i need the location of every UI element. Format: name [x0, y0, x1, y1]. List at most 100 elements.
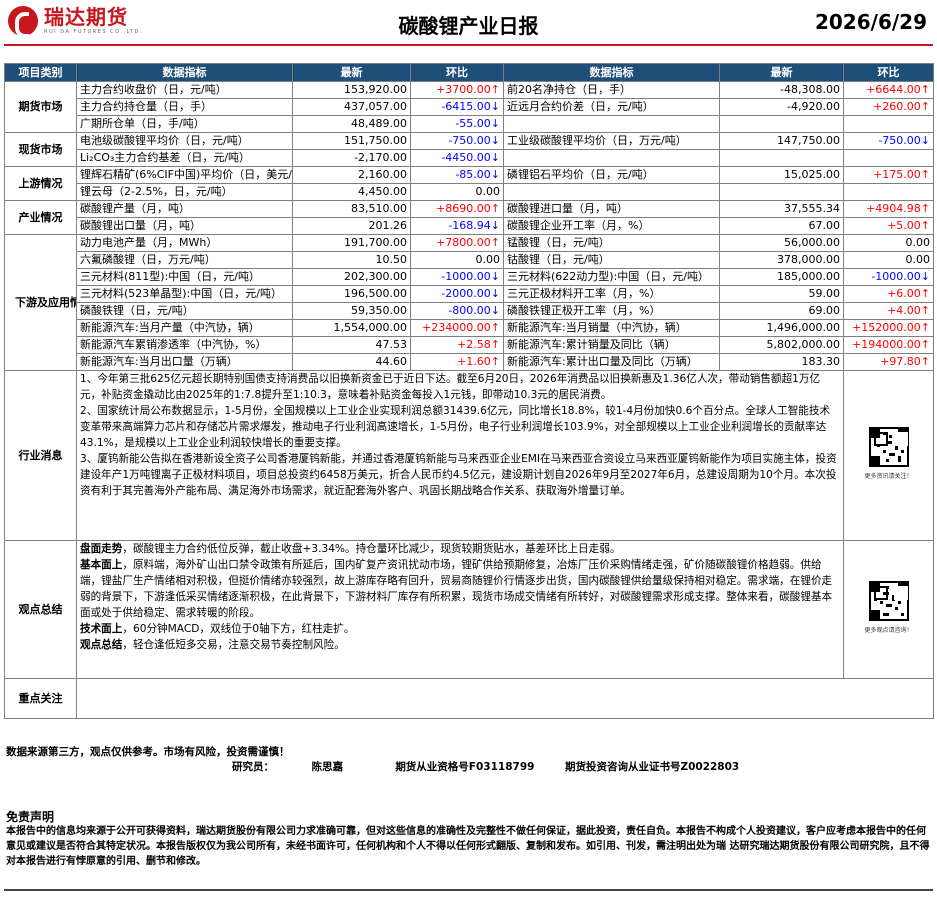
section-label: 上游情况 [4, 166, 77, 201]
indicator-value: 183.30 [719, 353, 844, 371]
table-header-row: 项目类别 数据指标 最新 环比 数据指标 最新 环比 [4, 63, 934, 82]
indicator-value: 83,510.00 [292, 200, 411, 218]
indicator-name: 主力合约持仓量（日，手） [76, 98, 293, 116]
indicator-value: 201.26 [292, 217, 411, 235]
indicator-change: +8690.00↑ [410, 200, 504, 218]
indicator-value: 10.50 [292, 251, 411, 269]
researcher-name: 陈思嘉 [311, 761, 344, 773]
indicator-change: +260.00↑ [843, 98, 934, 116]
indicator-value: 59,350.00 [292, 302, 411, 320]
indicator-change [843, 115, 934, 133]
col-header: 最新 [292, 63, 411, 82]
data-source-note: 数据来源第三方，观点仅供参考。市场有风险，投资需谨慎！ [6, 746, 290, 758]
section-label: 产业情况 [4, 200, 77, 235]
col-header: 数据指标 [503, 63, 720, 82]
indicator-value: 1,554,000.00 [292, 319, 411, 337]
view-label: 基本面上 [80, 559, 123, 571]
indicator-value: 1,496,000.00 [719, 319, 844, 337]
indicator-change: +7800.00↑ [410, 234, 504, 252]
indicator-value: 196,500.00 [292, 285, 411, 303]
indicator-name: 碳酸锂产量（月，吨） [76, 200, 293, 218]
news-item: 2、国家统计局公布数据显示，1-5月份，全国规模以上工业企业实现利润总额3143… [80, 405, 831, 449]
indicator-change [843, 149, 934, 167]
indicator-change: +194000.00↑ [843, 336, 934, 354]
indicator-name: 磷酸铁锂正极开工率（月，%） [503, 302, 720, 320]
indicator-change: +5.00↑ [843, 217, 934, 235]
disclaimer-text: 本报告中的信息均来源于公开可获得资料，瑞达期货股份有限公司力求准确可靠，但对这些… [6, 826, 930, 867]
focus-content [76, 678, 934, 719]
indicator-change: +6644.00↑ [843, 81, 934, 99]
view-label: 技术面上 [80, 623, 123, 635]
view-text: ，原料端，海外矿山出口禁令政策有所延后，国内矿复产资讯扰动市场，锂矿供给预期修复… [80, 559, 833, 619]
indicator-name: 钴酸锂（日，元/吨） [503, 251, 720, 269]
view-label: 观点总结 [80, 639, 123, 651]
table-row: 期货市场 主力合约收盘价（日，元/吨） 153,920.00 +3700.00↑ 前20… [4, 81, 934, 133]
indicator-change: +97.80↑ [843, 353, 934, 371]
focus-row: 重点关注 [4, 678, 934, 719]
indicator-name: 前20名净持仓（日，手） [503, 81, 720, 99]
indicator-name: 三元正极材料开工率（月，%） [503, 285, 720, 303]
indicator-name [503, 115, 720, 133]
report-date: 2026/6/29 [814, 10, 927, 34]
indicator-change: -55.00↓ [410, 115, 504, 133]
data-table: 项目类别 数据指标 最新 环比 数据指标 最新 环比 期货市场 主力合约收盘价（日… [4, 63, 934, 719]
disclaimer-title: 免责声明 [6, 810, 55, 824]
table-row: 现货市场 电池级碳酸锂平均价（日，元/吨） 151,750.00 -750.00↓ 工业… [4, 132, 934, 167]
indicator-change: +175.00↑ [843, 166, 934, 184]
indicator-value: 191,700.00 [292, 234, 411, 252]
indicator-change: +1.60↑ [410, 353, 504, 371]
indicator-name: 新能源汽车:当月产量（中汽协，辆） [76, 319, 293, 337]
indicator-name: 碳酸锂进口量（月，吨） [503, 200, 720, 218]
qr-caption: 更多资讯请关注！ [864, 472, 913, 480]
indicator-name: 三元材料(622动力型):中国（日，元/吨） [503, 268, 720, 286]
table-row: 新能源汽车:当月出口量（万辆） 44.60 +1.60↑ 新能源汽车:累计出口量及同比… [5, 353, 934, 371]
indicator-value: 67.00 [719, 217, 844, 235]
section-label: 现货市场 [4, 132, 77, 167]
indicator-value: 15,025.00 [719, 166, 844, 184]
news-content: 1、今年第三批625亿元超长期特别国债支持消费品以旧换新资金已于近日下达。截至6… [76, 370, 844, 541]
indicator-value [719, 183, 844, 201]
indicator-name: 主力合约收盘价（日，元/吨） [76, 81, 293, 99]
section-label: 下游及应用情况 [4, 234, 77, 371]
indicator-change: -750.00↓ [410, 132, 504, 150]
table-row: 主力合约持仓量（日，手） 437,057.00 -6415.00↓ 近远月合约价差（日… [5, 98, 934, 116]
indicator-value: -2,170.00 [292, 149, 411, 167]
indicator-change: +152000.00↑ [843, 319, 934, 337]
table-row: 下游及应用情况动力电池产量（月，MWh）191,700.00+7800.00↑锰… [4, 234, 934, 371]
indicator-change: -1000.00↓ [410, 268, 504, 286]
indicator-change: -750.00↓ [843, 132, 934, 150]
indicator-change: 0.00 [843, 234, 934, 252]
indicator-name: 新能源汽车:累计销量及同比（辆） [503, 336, 720, 354]
indicator-change [843, 183, 934, 201]
table-row: 三元材料(523单晶型):中国（日，元/吨） 196,500.00 -2000.00… [5, 285, 934, 303]
qr-caption: 更多观点请咨询！ [864, 626, 913, 634]
indicator-value: 37,555.34 [719, 200, 844, 218]
indicator-name: 工业级碳酸锂平均价（日，万元/吨） [503, 132, 720, 150]
news-item: 1、今年第三批625亿元超长期特别国债支持消费品以旧换新资金已于近日下达。截至6… [80, 373, 821, 401]
report-title: 碳酸锂产业日报 [398, 14, 539, 38]
table-row: Li₂CO₃主力合约基差（日，元/吨） -2,170.00 -4450.00↓ [5, 149, 934, 167]
table-row: 碳酸锂出口量（月，吨） 201.26 -168.94↓ 碳酸锂企业开工率（月，%） 67… [5, 217, 934, 235]
indicator-name: 新能源汽车累销渗透率（中汽协，%） [76, 336, 293, 354]
indicator-change: -168.94↓ [410, 217, 504, 235]
indicator-value: 151,750.00 [292, 132, 411, 150]
indicator-name: Li₂CO₃主力合约基差（日，元/吨） [76, 149, 293, 167]
table-row: 广期所仓单（日，手/吨） 48,489.00 -55.00↓ [5, 115, 934, 133]
indicator-change: +234000.00↑ [410, 319, 504, 337]
col-header: 环比 [410, 63, 504, 82]
indicator-value: 56,000.00 [719, 234, 844, 252]
indicator-change: +3700.00↑ [410, 81, 504, 99]
license-qualification: 期货从业资格号F03118799 [395, 761, 535, 773]
view-label: 盘面走势 [80, 543, 123, 555]
indicator-change: 0.00 [843, 251, 934, 269]
table-row: 锂云母（2-2.5%，日，元/吨） 4,450.00 0.00 [5, 183, 934, 201]
indicator-change: 0.00 [410, 251, 504, 269]
col-header: 数据指标 [76, 63, 293, 82]
table-row: 新能源汽车累销渗透率（中汽协，%） 47.53 +2.58↑ 新能源汽车:累计销量及同… [5, 336, 934, 354]
table-row: 产业情况 碳酸锂产量（月，吨） 83,510.00 +8690.00↑ 碳酸锂进口量（月… [4, 200, 934, 235]
view-text: ，60分钟MACD，双线位于0轴下方，红柱走扩。 [122, 623, 355, 635]
indicator-change: -6415.00↓ [410, 98, 504, 116]
col-header: 环比 [843, 63, 934, 82]
indicator-name: 磷锂铝石平均价（日，元/吨） [503, 166, 720, 184]
table-row: 上游情况 锂辉石精矿(6%CIF中国)平均价（日，美元/吨） 2,160.00 -85… [4, 166, 934, 201]
